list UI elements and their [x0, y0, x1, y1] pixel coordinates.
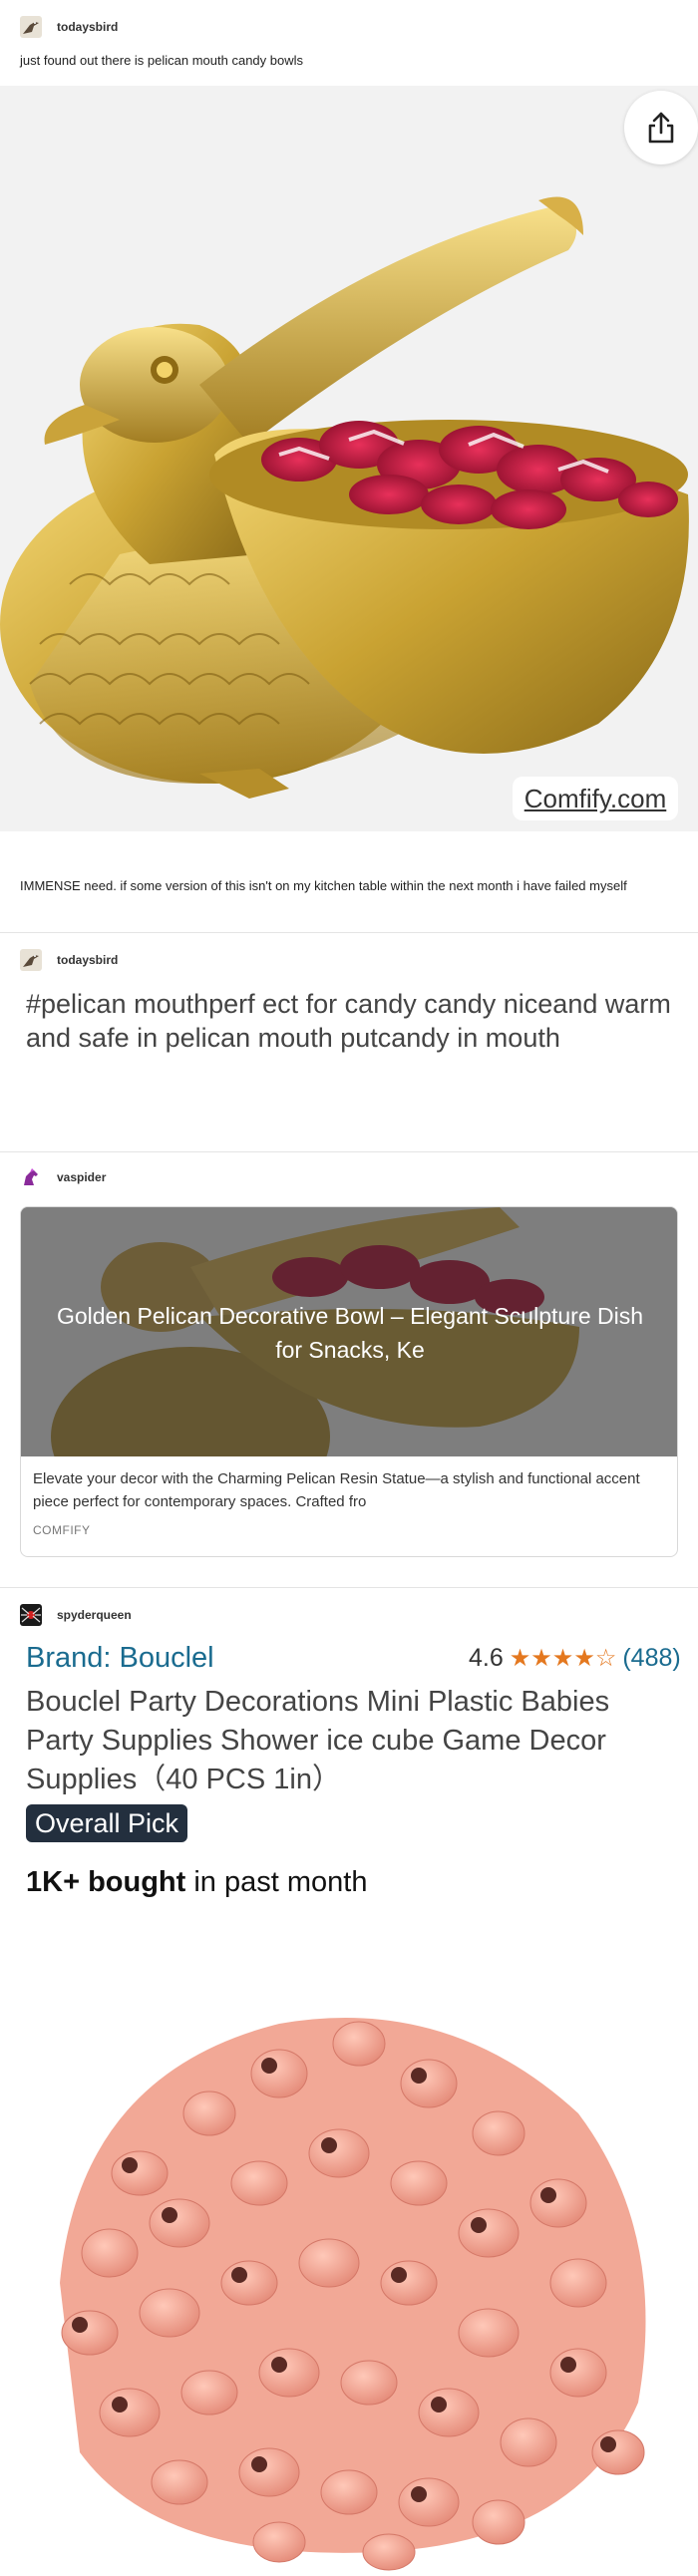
original-post: todaysbird just found out there is pelic… — [0, 12, 698, 70]
post-comment: IMMENSE need. if some version of this is… — [20, 878, 627, 893]
overall-pick-badge: Overall Pick — [26, 1804, 188, 1842]
avatar[interactable] — [20, 949, 42, 971]
username[interactable]: vaspider — [57, 1170, 106, 1184]
link-title: Golden Pelican Decorative Bowl – Elegant… — [56, 1303, 644, 1363]
share-icon — [648, 112, 674, 144]
post-header: todaysbird — [0, 945, 698, 975]
username[interactable]: todaysbird — [57, 953, 118, 967]
horse-avatar-icon — [20, 1166, 42, 1188]
product-title: Bouclel Party Decorations Mini Plastic B… — [26, 1686, 610, 1795]
star-icon: ★ — [509, 1644, 531, 1672]
bought-count: 1K+ bought in past month — [26, 1866, 367, 1899]
star-icon: ★ — [551, 1644, 574, 1672]
post-header: vaspider — [0, 1162, 698, 1192]
reblog-spyderqueen: spyderqueen — [0, 1600, 698, 1630]
rating-value: 4.6 — [469, 1644, 504, 1672]
avatar[interactable] — [20, 1604, 42, 1626]
pelican-bowl-image[interactable] — [0, 86, 698, 831]
post-header: todaysbird — [0, 12, 698, 42]
username[interactable]: todaysbird — [57, 20, 118, 34]
pelican-bowl-illustration — [0, 86, 698, 831]
post-header: spyderqueen — [0, 1600, 698, 1630]
brand-link[interactable]: Brand: Bouclel — [26, 1642, 214, 1675]
username[interactable]: spyderqueen — [57, 1608, 132, 1622]
half-star-icon: ☆ — [594, 1644, 617, 1672]
bird-avatar-icon — [20, 16, 42, 38]
reblog-text: #pelican mouthperf ect for candy candy n… — [26, 989, 671, 1053]
reblog-todaysbird: todaysbird — [0, 945, 698, 975]
divider — [0, 1151, 698, 1152]
spider-avatar-icon — [20, 1604, 42, 1626]
review-count[interactable]: (488) — [622, 1644, 680, 1673]
star-icon: ★ — [530, 1644, 552, 1672]
source-watermark: Comfify.com — [513, 777, 678, 820]
reblog-vaspider: vaspider — [0, 1162, 698, 1192]
avatar[interactable] — [20, 1166, 42, 1188]
bought-rest: in past month — [185, 1866, 368, 1898]
share-button[interactable] — [624, 91, 698, 164]
bought-bold: 1K+ bought — [26, 1866, 186, 1898]
link-thumbnail: Golden Pelican Decorative Bowl – Elegant… — [21, 1207, 677, 1456]
divider — [0, 1587, 698, 1588]
post-caption: just found out there is pelican mouth ca… — [20, 53, 304, 68]
rating[interactable]: 4.6 ★ ★ ★ ★ ☆ (488) — [469, 1644, 681, 1673]
bird-avatar-icon — [20, 949, 42, 971]
star-icon: ★ — [573, 1644, 595, 1672]
mini-babies-illustration — [20, 1954, 678, 2576]
divider — [0, 932, 698, 933]
star-rating: ★ ★ ★ ★ ☆ — [510, 1645, 617, 1673]
product-image[interactable] — [20, 1954, 678, 2576]
link-description: Elevate your decor with the Charming Pel… — [33, 1470, 640, 1510]
link-card[interactable]: Golden Pelican Decorative Bowl – Elegant… — [20, 1206, 678, 1557]
avatar[interactable] — [20, 16, 42, 38]
link-source: COMFIFY — [33, 1523, 91, 1537]
